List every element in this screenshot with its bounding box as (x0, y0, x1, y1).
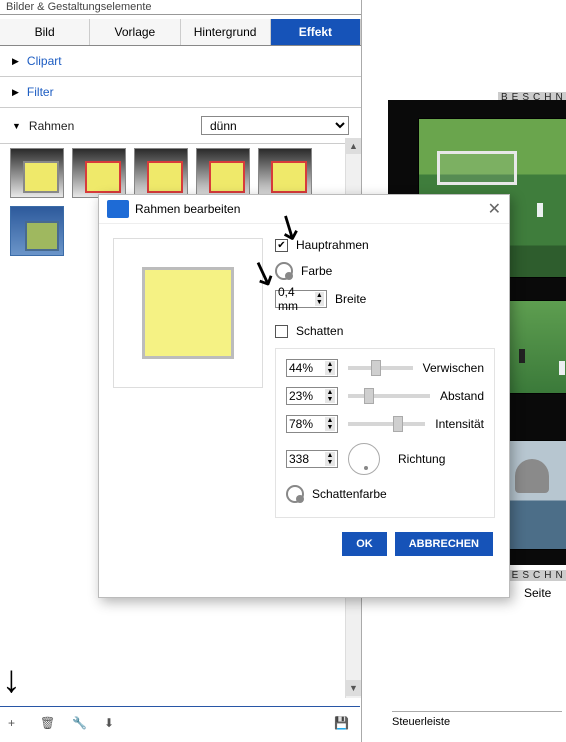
scroll-up-icon[interactable]: ▲ (346, 138, 361, 154)
save-icon[interactable]: 💾 (334, 716, 352, 734)
frame-thumb[interactable] (134, 148, 188, 198)
frame-thumb[interactable] (258, 148, 312, 198)
richtung-spinner[interactable]: 338▲▼ (286, 450, 338, 468)
page-label: Seite (524, 586, 551, 600)
expand-icon: ▶ (12, 56, 19, 67)
schatten-checkbox[interactable] (275, 325, 288, 338)
frame-thumb-selected[interactable] (10, 206, 64, 256)
shadow-group: 44%▲▼ Verwischen 23%▲▼ Abstand 78%▲▼ Int… (275, 348, 495, 518)
verwischen-slider[interactable] (348, 366, 413, 370)
section-label: Rahmen (29, 119, 74, 133)
breite-spinner[interactable]: 0,4 mm ▲▼ (275, 290, 327, 308)
intensitaet-label: Intensität (435, 417, 484, 431)
schattenfarbe-label: Schattenfarbe (312, 487, 387, 501)
frame-thumb[interactable] (196, 148, 250, 198)
add-icon[interactable]: + (8, 716, 26, 734)
tab-hintergrund[interactable]: Hintergrund (181, 19, 271, 45)
intensitaet-spinner[interactable]: 78%▲▼ (286, 415, 338, 433)
verwischen-spinner[interactable]: 44%▲▼ (286, 359, 338, 377)
accordion-filter[interactable]: ▶ Filter (0, 77, 361, 108)
richtung-dial[interactable] (348, 443, 380, 475)
dialog-titlebar: Rahmen bearbeiten ✕ (99, 195, 509, 224)
palette-icon[interactable] (275, 262, 293, 280)
section-label: Clipart (27, 54, 62, 68)
farbe-label: Farbe (301, 264, 332, 278)
hauptrahmen-label: Hauptrahmen (296, 238, 369, 252)
wrench-icon[interactable]: 🔧 (72, 716, 90, 734)
tab-bild[interactable]: Bild (0, 19, 90, 45)
schatten-label: Schatten (296, 324, 343, 338)
ok-button[interactable]: OK (342, 532, 387, 556)
frame-edit-dialog: Rahmen bearbeiten ✕ ✔ Hauptrahmen Farbe … (98, 194, 510, 598)
trash-icon[interactable]: 🗑 (40, 716, 58, 734)
abstand-spinner[interactable]: 23%▲▼ (286, 387, 338, 405)
hauptrahmen-checkbox[interactable]: ✔ (275, 239, 288, 252)
tab-vorlage[interactable]: Vorlage (90, 19, 180, 45)
dialog-frame-preview (113, 238, 263, 388)
panel-title: Bilder & Gestaltungselemente (0, 0, 361, 15)
app-logo-icon (107, 200, 129, 218)
breite-value: 0,4 mm (278, 285, 315, 313)
accordion-rahmen[interactable]: ▼ Rahmen dünn (0, 108, 361, 144)
abstand-label: Abstand (440, 389, 484, 403)
richtung-label: Richtung (398, 452, 445, 466)
cancel-button[interactable]: ABBRECHEN (395, 532, 493, 556)
breite-label: Breite (335, 292, 366, 306)
dialog-title: Rahmen bearbeiten (135, 202, 240, 216)
section-label: Filter (27, 85, 54, 99)
accordion-clipart[interactable]: ▶ Clipart (0, 46, 361, 77)
bottom-toolbar: + 🗑 🔧 ⬇ 💾 (0, 706, 360, 742)
tabs: Bild Vorlage Hintergrund Effekt (0, 19, 361, 46)
abstand-slider[interactable] (348, 394, 430, 398)
intensitaet-slider[interactable] (348, 422, 425, 426)
scroll-down-icon[interactable]: ▼ (346, 680, 361, 696)
palette-icon[interactable] (286, 485, 304, 503)
expand-icon: ▶ (12, 87, 19, 98)
download-icon[interactable]: ⬇ (104, 716, 122, 734)
frame-thumb[interactable] (10, 148, 64, 198)
close-icon[interactable]: ✕ (488, 199, 501, 219)
verwischen-label: Verwischen (423, 361, 484, 375)
frame-thumb[interactable] (72, 148, 126, 198)
annotation-arrow: ↓ (2, 659, 21, 702)
thickness-select[interactable]: dünn (201, 116, 349, 135)
collapse-icon: ▼ (12, 121, 21, 131)
steuerleiste-label: Steuerleiste (392, 711, 562, 728)
tab-effekt[interactable]: Effekt (271, 19, 361, 45)
